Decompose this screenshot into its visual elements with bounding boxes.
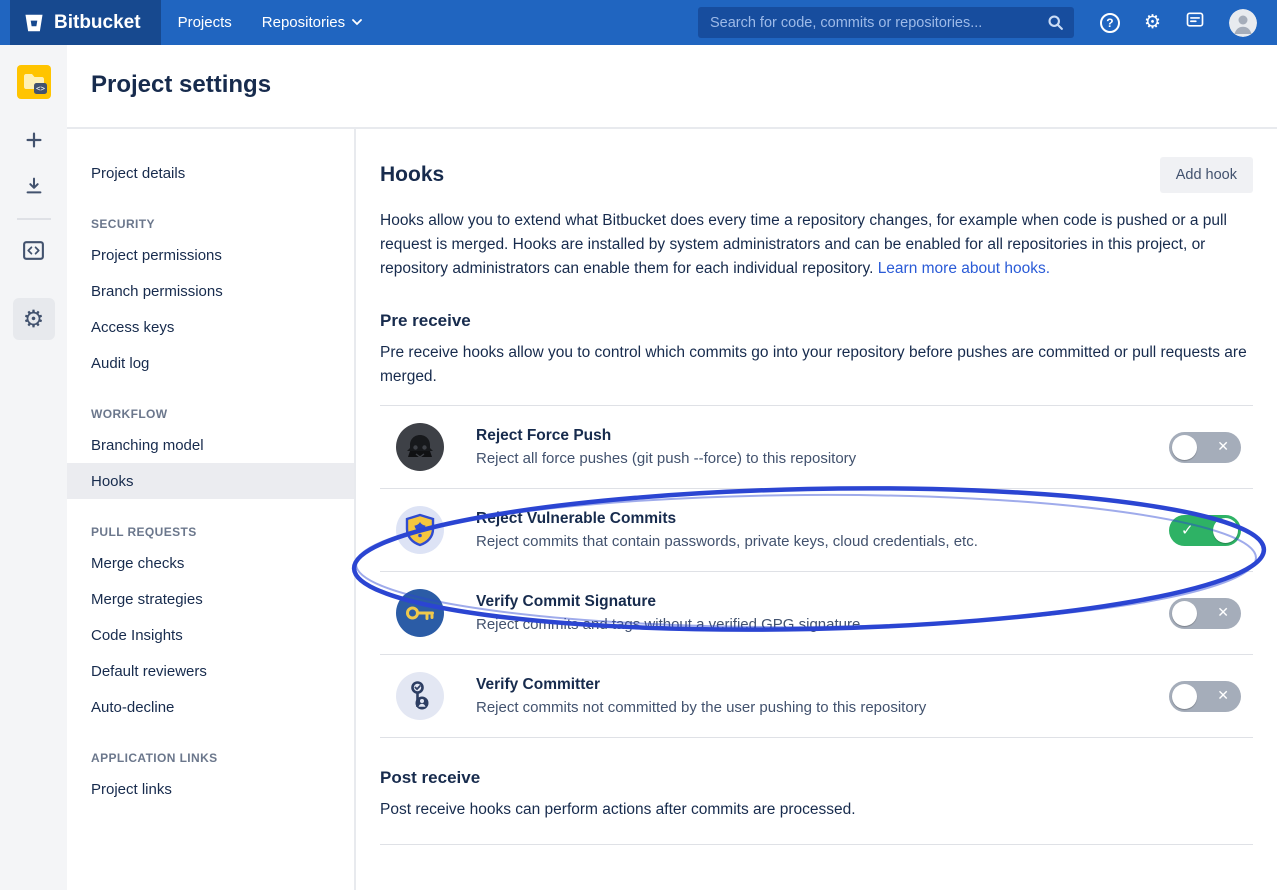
settings-sidebar: Project details SECURITY Project permiss…	[67, 129, 356, 890]
sidebar-item-project-details[interactable]: Project details	[67, 155, 354, 191]
bitbucket-home-link[interactable]: Bitbucket	[10, 0, 161, 45]
hook-toggle-reject-vulnerable-commits[interactable]: ✓ ✕	[1169, 515, 1241, 546]
post-receive-heading: Post receive	[380, 768, 1253, 788]
hook-description: Reject commits not committed by the user…	[476, 699, 926, 716]
sidebar-item-branch-permissions[interactable]: Branch permissions	[67, 273, 354, 309]
navbar-icons: ? ⚙	[1100, 9, 1277, 37]
hook-row-reject-force-push: Reject Force Push Reject all force pushe…	[380, 406, 1253, 489]
sidebar-section-security: SECURITY	[91, 217, 354, 231]
check-icon: ✓	[1181, 521, 1194, 539]
hooks-header-row: Hooks Add hook	[380, 157, 1253, 193]
hook-text: Reject Force Push Reject all force pushe…	[476, 427, 856, 467]
hook-row-verify-committer: Verify Committer Reject commits not comm…	[380, 655, 1253, 738]
sidebar-item-project-permissions[interactable]: Project permissions	[67, 237, 354, 273]
page-title: Project settings	[91, 71, 1277, 99]
sidebar-section-pull-requests: PULL REQUESTS	[91, 525, 354, 539]
gear-glyph: ⚙	[23, 307, 45, 331]
hook-text: Reject Vulnerable Commits Reject commits…	[476, 510, 978, 550]
hook-text: Verify Committer Reject commits not comm…	[476, 676, 926, 716]
x-icon: ✕	[1217, 439, 1229, 455]
sidebar-item-hooks[interactable]: Hooks	[67, 463, 354, 499]
hooks-intro-text: Hooks allow you to extend what Bitbucket…	[380, 212, 1227, 277]
hook-name: Reject Vulnerable Commits	[476, 510, 978, 528]
content-wrap: Project settings Project details SECURIT…	[67, 45, 1277, 890]
hook-row-verify-commit-signature: Verify Commit Signature Reject commits a…	[380, 572, 1253, 655]
post-receive-divider	[380, 844, 1253, 845]
rail-divider	[17, 218, 51, 220]
gear-icon[interactable]: ⚙	[1144, 13, 1161, 32]
toggle-knob	[1213, 518, 1238, 543]
sidebar-section-workflow: WORKFLOW	[91, 407, 354, 421]
toggle-knob	[1172, 601, 1197, 626]
nav-repositories-label: Repositories	[262, 14, 345, 31]
search-icon[interactable]	[1047, 14, 1064, 31]
darth-vader-icon	[396, 423, 444, 471]
hook-row-reject-vulnerable-commits: Reject Vulnerable Commits Reject commits…	[380, 489, 1253, 572]
sidebar-item-merge-checks[interactable]: Merge checks	[67, 545, 354, 581]
sidebar-item-default-reviewers[interactable]: Default reviewers	[67, 653, 354, 689]
code-icon[interactable]	[17, 236, 51, 264]
sidebar-item-project-links[interactable]: Project links	[67, 771, 354, 807]
pre-receive-description: Pre receive hooks allow you to control w…	[380, 341, 1253, 389]
add-hook-button[interactable]: Add hook	[1160, 157, 1253, 193]
hooks-heading: Hooks	[380, 163, 444, 187]
hook-toggle-verify-commit-signature[interactable]: ✓ ✕	[1169, 598, 1241, 629]
x-icon: ✕	[1217, 605, 1229, 621]
brand-name: Bitbucket	[54, 12, 141, 34]
toggle-knob	[1172, 435, 1197, 460]
sidebar-item-code-insights[interactable]: Code Insights	[67, 617, 354, 653]
chevron-down-icon	[352, 19, 362, 26]
hooks-panel: Hooks Add hook Hooks allow you to extend…	[356, 129, 1277, 890]
pre-receive-heading: Pre receive	[380, 311, 1253, 331]
search-box[interactable]	[698, 7, 1074, 38]
key-icon	[396, 589, 444, 637]
bitbucket-project-settings-page: { "colors": { "navbar": "#2065C0", "bran…	[0, 0, 1277, 890]
page-header: Project settings	[67, 45, 1277, 129]
x-icon: ✕	[1217, 688, 1229, 704]
sidebar-item-access-keys[interactable]: Access keys	[67, 309, 354, 345]
hook-description: Reject commits and tags without a verifi…	[476, 616, 860, 633]
sidebar-section-application-links: APPLICATION LINKS	[91, 751, 354, 765]
sidebar-item-merge-strategies[interactable]: Merge strategies	[67, 581, 354, 617]
bitbucket-logo-icon	[23, 12, 45, 34]
svg-text:<>: <>	[35, 84, 45, 93]
search-input[interactable]	[708, 14, 1047, 32]
feedback-icon[interactable]	[1185, 10, 1205, 35]
sidebar-item-auto-decline[interactable]: Auto-decline	[67, 689, 354, 725]
hooks-intro: Hooks allow you to extend what Bitbucket…	[380, 209, 1253, 281]
hook-text: Verify Commit Signature Reject commits a…	[476, 593, 860, 633]
app-body: <> ⚙ Project settings Project details SE…	[0, 45, 1277, 890]
hook-description: Reject commits that contain passwords, p…	[476, 533, 978, 550]
sidebar-item-audit-log[interactable]: Audit log	[67, 345, 354, 381]
global-rail: <> ⚙	[0, 45, 67, 890]
top-navbar: Bitbucket Projects Repositories ? ⚙	[0, 0, 1277, 45]
hook-name: Verify Commit Signature	[476, 593, 860, 611]
hook-description: Reject all force pushes (git push --forc…	[476, 450, 856, 467]
hook-name: Verify Committer	[476, 676, 926, 694]
create-plus-icon[interactable]	[17, 126, 51, 154]
commit-graph-icon	[396, 672, 444, 720]
project-avatar-icon[interactable]: <>	[17, 65, 51, 104]
nav-projects[interactable]: Projects	[165, 0, 245, 45]
learn-more-link[interactable]: Learn more about hooks.	[878, 260, 1050, 277]
shield-icon	[396, 506, 444, 554]
hook-name: Reject Force Push	[476, 427, 856, 445]
user-avatar[interactable]	[1229, 9, 1257, 37]
hook-toggle-verify-committer[interactable]: ✓ ✕	[1169, 681, 1241, 712]
nav-repositories[interactable]: Repositories	[249, 0, 375, 45]
hook-toggle-reject-force-push[interactable]: ✓ ✕	[1169, 432, 1241, 463]
post-receive-description: Post receive hooks can perform actions a…	[380, 798, 1253, 822]
toggle-knob	[1172, 684, 1197, 709]
body-columns: Project details SECURITY Project permiss…	[67, 129, 1277, 890]
nav-projects-label: Projects	[178, 14, 232, 31]
help-icon[interactable]: ?	[1100, 13, 1120, 33]
pre-receive-hook-list: Reject Force Push Reject all force pushe…	[380, 405, 1253, 738]
sidebar-item-branching-model[interactable]: Branching model	[67, 427, 354, 463]
settings-gear-icon[interactable]: ⚙	[13, 298, 55, 340]
download-icon[interactable]	[17, 172, 51, 200]
